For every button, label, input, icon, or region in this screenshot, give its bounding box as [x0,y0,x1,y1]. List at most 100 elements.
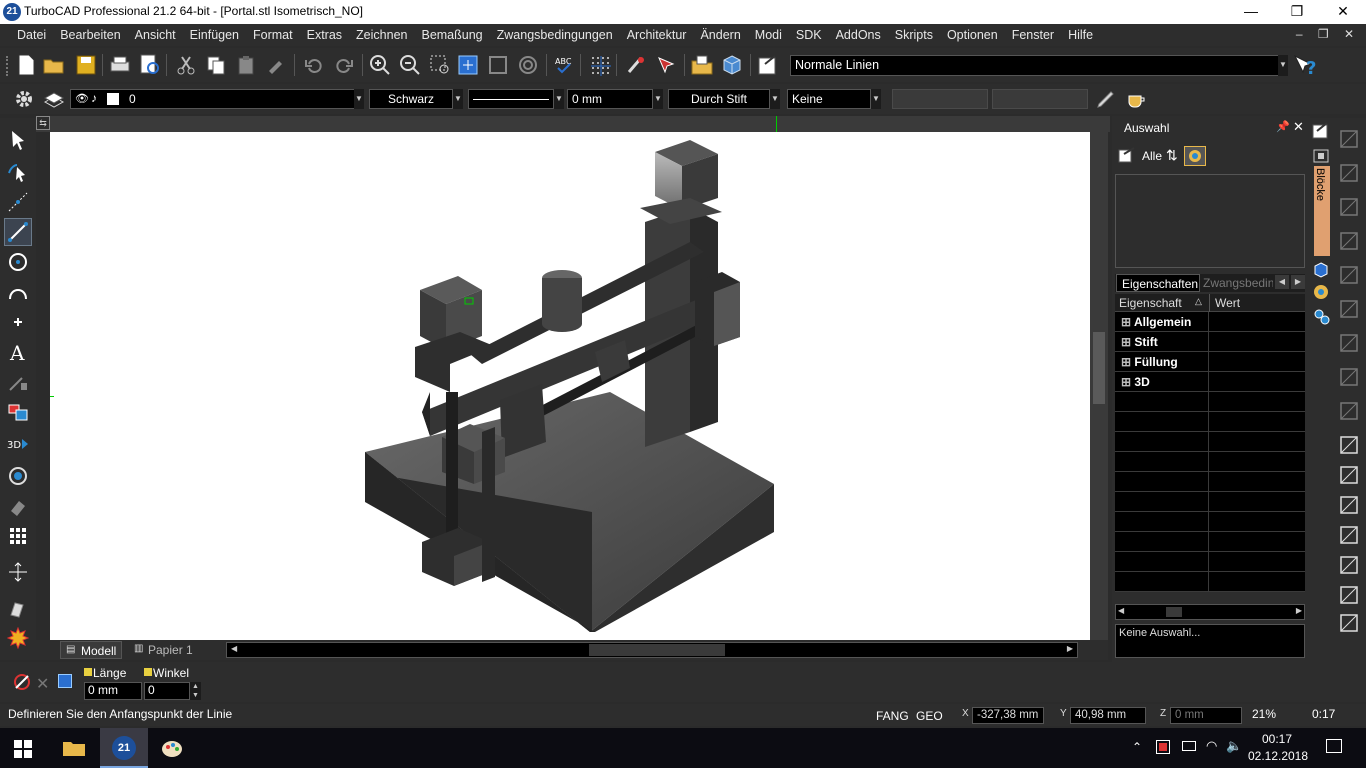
zoom-window-icon[interactable] [428,53,452,77]
shell-tool-icon[interactable] [1338,366,1360,388]
menu-zwangsbedingungen[interactable]: Zwangsbedingungen [490,24,620,46]
menu-architektur[interactable]: Architektur [620,24,694,46]
app-icon[interactable]: 21 [3,3,21,21]
mdi-controls[interactable]: – ❐ ✕ [1296,27,1360,41]
header-value[interactable]: Wert [1215,296,1240,310]
linestyle-select[interactable]: Normale Linien [790,55,1280,76]
cube-icon[interactable] [1313,262,1329,278]
zoom-in-icon[interactable] [368,53,392,77]
property-group-row[interactable]: ⊞ Allgemein [1115,312,1305,332]
clock-date[interactable]: 02.12.2018 [1246,749,1310,763]
filter-icon[interactable]: ⇅ [1166,147,1178,164]
chevron-right-icon[interactable]: ▶ [1296,606,1302,615]
fillet-tool-icon[interactable] [1338,494,1360,516]
print-preview-icon[interactable] [138,53,162,77]
color-select[interactable]: Schwarz [369,89,453,109]
tab-model[interactable]: ▤ Modell [60,641,122,659]
chevron-right-icon[interactable]: ▶ [1291,275,1305,289]
volume-icon[interactable]: 🔈 [1226,738,1242,754]
grid-icon[interactable] [588,53,612,77]
palette-icon[interactable] [1313,284,1329,300]
expand-icon[interactable]: ⊞ [1121,335,1134,349]
turbocad-taskbar-icon[interactable]: 21 [100,728,148,768]
vertical-scrollbar[interactable] [1090,132,1108,640]
scroll-thumb[interactable] [589,644,725,656]
chevron-down-icon[interactable]: ▼ [554,89,564,109]
close-button[interactable]: ✕ [1320,0,1366,24]
measure-tool-icon[interactable] [4,594,32,622]
layer-icon[interactable] [42,87,66,111]
menu-skripts[interactable]: Skripts [888,24,940,46]
coffee-cup-icon[interactable] [1124,87,1148,111]
menu-bemaßung[interactable]: Bemaßung [414,24,489,46]
scroll-thumb[interactable] [1166,607,1182,617]
cylinder-tool-icon[interactable] [1338,464,1360,486]
cancel-icon[interactable]: ✕ [36,674,49,694]
close-icon[interactable]: ✕ [1293,119,1304,135]
linetype-select[interactable] [468,89,554,109]
chevron-down-icon[interactable]: ▼ [653,89,663,109]
circle-tool-icon[interactable] [4,248,32,276]
security-icon[interactable] [1156,740,1170,754]
menu-bearbeiten[interactable]: Bearbeiten [53,24,127,46]
zoom-all-icon[interactable] [516,53,540,77]
selection-list[interactable] [1115,174,1305,268]
tab-paper[interactable]: ▥ Papier 1 [130,641,200,659]
panel-toggle-icon[interactable] [1312,122,1332,140]
expand-icon[interactable]: ⊞ [1121,355,1134,369]
layer-select[interactable]: 👁 ♪ 0 [70,89,360,109]
angle-stepper[interactable]: ▲ ▼ [190,682,201,700]
point-tool-icon[interactable] [4,188,32,216]
tab-bloecke[interactable]: Blöcke [1314,166,1330,256]
tab-zwangsbedingungen[interactable]: Zwangsbeding [1201,275,1273,291]
blocks-icon[interactable] [1312,148,1332,164]
layers-icon[interactable] [1184,146,1206,166]
open-folder-icon[interactable] [42,53,66,77]
chevron-right-icon[interactable]: ▶ [1067,644,1073,653]
gear-icon[interactable] [12,87,36,111]
edit-tool-icon[interactable] [4,158,32,186]
drawing-canvas[interactable] [50,132,1090,640]
print-icon[interactable] [108,53,132,77]
chevron-up-icon[interactable]: ⌃ [1132,740,1142,754]
wall-tool-icon[interactable] [1338,128,1360,150]
property-group-row[interactable]: ⊞ Füllung [1115,352,1305,372]
funnel-icon[interactable] [1338,584,1360,606]
menu-fenster[interactable]: Fenster [1005,24,1061,46]
header-property[interactable]: Eigenschaft [1119,296,1182,310]
stretch-tool-icon[interactable] [4,558,32,586]
eraser-tool-icon[interactable] [4,492,32,520]
menu-ändern[interactable]: Ändern [693,24,747,46]
hatch-tool-icon[interactable] [4,398,32,426]
copy-icon[interactable] [204,53,228,77]
clock-time[interactable]: 00:17 [1252,732,1302,746]
settings-icon[interactable] [1313,308,1331,326]
sheet-tool-icon[interactable] [1338,332,1360,354]
property-group-row[interactable]: ⊞ Stift [1115,332,1305,352]
stack-tool-icon[interactable] [1338,298,1360,320]
lock-icon[interactable] [144,668,152,676]
scroll-thumb[interactable] [1093,332,1105,404]
format-painter-icon[interactable] [264,53,288,77]
wifi-icon[interactable]: ◠ [1206,738,1217,754]
new-file-icon[interactable] [14,53,38,77]
chamfer-tool-icon[interactable] [1338,524,1360,546]
arc-tool-icon[interactable] [4,278,32,306]
copy-tool-icon[interactable] [1338,230,1360,252]
spell-check-icon[interactable]: ABC [552,53,576,77]
chevron-down-icon[interactable]: ▼ [354,89,364,109]
file-explorer-icon[interactable] [62,738,86,758]
line-tool-icon[interactable] [4,218,32,246]
minimize-button[interactable]: — [1228,0,1274,24]
snap-icon[interactable] [624,53,648,77]
array-tool-icon[interactable] [4,522,32,550]
property-group-row[interactable]: ⊞ 3D [1115,372,1305,392]
snap-mode-icon[interactable] [12,672,32,692]
maximize-button[interactable]: ❐ [1274,0,1320,24]
paint-icon[interactable] [160,736,184,760]
corner-icon[interactable]: ⇆ [36,116,50,130]
gears-icon[interactable] [1338,554,1360,576]
pencil-icon[interactable] [1094,87,1118,111]
select-arrow-icon[interactable] [4,126,32,154]
fill-select[interactable]: Keine [787,89,871,109]
